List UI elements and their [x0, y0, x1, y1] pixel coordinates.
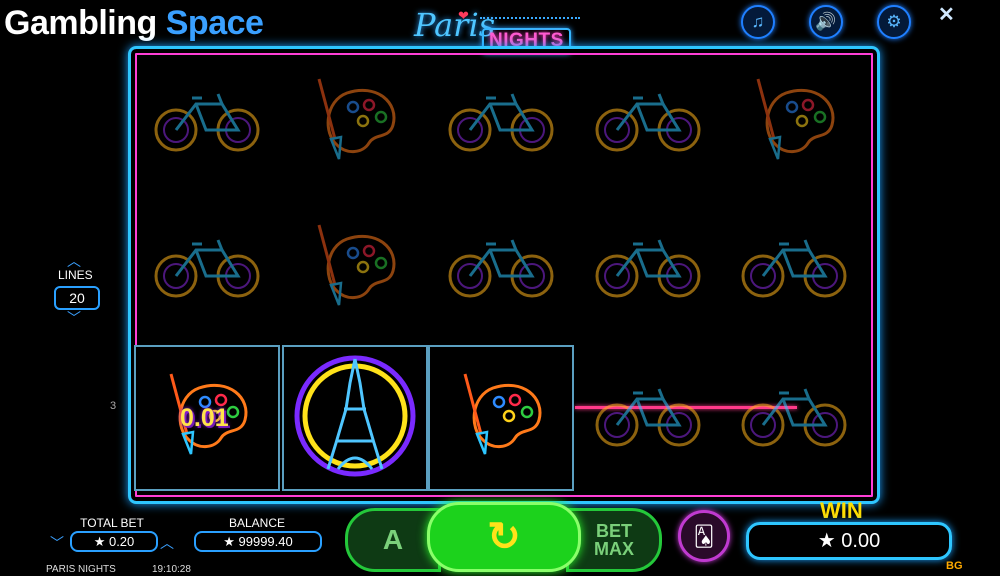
- reel-cell: [721, 196, 867, 342]
- palette-icon: [453, 368, 549, 469]
- bet-max-line1: BET: [596, 521, 632, 541]
- provider-badge: BG: [946, 560, 963, 572]
- clock: 19:10:28: [152, 564, 191, 575]
- palette-icon: [307, 73, 403, 174]
- reel-grid: [0, 0, 1000, 576]
- line-win-amount: 0.01: [180, 404, 229, 432]
- bicycle-icon: [593, 232, 703, 307]
- reel-cell: [721, 345, 867, 491]
- balance-value: ★ 99999.40: [194, 531, 322, 552]
- reel-cell: [428, 196, 574, 342]
- gamble-button[interactable]: 🂡: [678, 510, 730, 562]
- bet-down-arrow[interactable]: ﹀: [50, 533, 64, 553]
- reel-cell: [282, 196, 428, 342]
- reel-cell: [721, 50, 867, 196]
- payline-number: 3: [110, 400, 117, 412]
- bicycle-icon: [739, 381, 849, 456]
- reel-cell: [575, 196, 721, 342]
- bicycle-icon: [446, 86, 556, 161]
- bicycle-icon: [152, 86, 262, 161]
- game-name: PARIS NIGHTS: [46, 564, 116, 575]
- bicycle-icon: [593, 381, 703, 456]
- win-value: ★ 0.00: [746, 522, 952, 560]
- bicycle-icon: [446, 232, 556, 307]
- win-label: WIN: [820, 498, 863, 523]
- total-bet-value: ★ 0.20: [70, 531, 158, 552]
- lines-label: LINES: [58, 268, 93, 282]
- reel-cell: [282, 345, 428, 491]
- reel-cell: [575, 50, 721, 196]
- balance-label: BALANCE: [228, 516, 286, 530]
- eiffel-tower-icon: [292, 353, 418, 484]
- palette-icon: [746, 73, 842, 174]
- bicycle-icon: [739, 232, 849, 307]
- reel-cell: [134, 196, 280, 342]
- bicycle-icon: [593, 86, 703, 161]
- bicycle-icon: [152, 232, 262, 307]
- lines-down-arrow[interactable]: ﹀: [67, 308, 81, 328]
- reel-cell: [575, 345, 721, 491]
- reel-cell: [428, 50, 574, 196]
- reel-cell: [428, 345, 574, 491]
- palette-icon: [307, 219, 403, 320]
- cards-icon: 🂡: [693, 525, 715, 548]
- reel-cell: [282, 50, 428, 196]
- autoplay-icon: A: [382, 524, 404, 555]
- spin-button[interactable]: ↻: [427, 502, 581, 572]
- spin-icon: ↻: [487, 515, 521, 559]
- bet-up-arrow[interactable]: ︿: [160, 533, 174, 553]
- reel-cell: [134, 50, 280, 196]
- total-bet-label: TOTAL BET: [80, 516, 144, 530]
- bet-max-line2: MAX: [594, 539, 634, 559]
- lines-value: 20: [54, 286, 100, 310]
